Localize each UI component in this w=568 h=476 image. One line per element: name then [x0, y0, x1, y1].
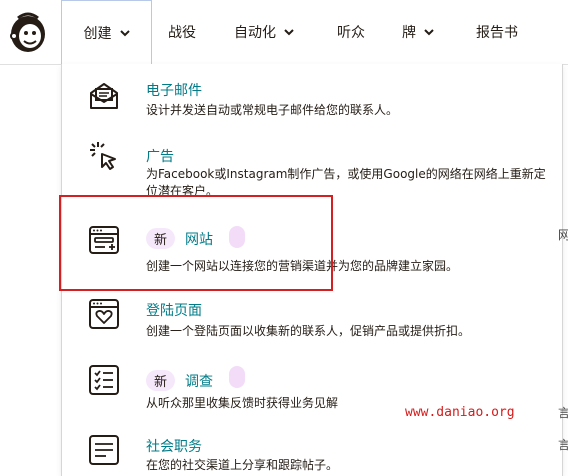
menu-item-description: 创建一个登陆页面以收集新的联系人，促销产品或提供折扣。 [146, 324, 471, 338]
new-badge: 新 [146, 370, 176, 391]
clipped-background-text: 网 [558, 228, 568, 242]
website-icon [89, 226, 119, 254]
nav-reports[interactable]: 报告书 [476, 0, 518, 64]
nav-campaigns-label: 战役 [168, 25, 196, 41]
chevron-down-icon [284, 29, 294, 36]
landing-page-heart-icon [89, 299, 119, 329]
menu-item-title: 登陆页面 [146, 303, 202, 319]
menu-item-description: 设计并发送自动或常规电子邮件给您的联系人。 [146, 103, 399, 117]
nav-reports-label: 报告书 [476, 25, 518, 41]
nav-automation-label: 自动化 [234, 25, 276, 41]
nav-campaigns[interactable]: 战役 [168, 0, 196, 64]
nav-automation[interactable]: 自动化 [234, 0, 294, 64]
chevron-down-icon [424, 29, 434, 36]
click-cursor-icon [90, 142, 116, 170]
survey-checklist-icon [89, 365, 119, 395]
email-icon [90, 83, 118, 109]
menu-item-email[interactable]: 电子邮件 设计并发送自动或常规电子邮件给您的联系人。 [62, 74, 562, 134]
nav-audience[interactable]: 听众 [337, 0, 365, 64]
menu-item-description: 创建一个网站以连接您的营销渠道并为您的品牌建立家园。 [146, 259, 459, 273]
nav-brand[interactable]: 牌 [402, 0, 434, 64]
clipped-background-text: 言 [558, 406, 568, 420]
menu-item-title: 社会职务 [146, 439, 202, 455]
clipped-background-text: 言 [558, 438, 568, 452]
menu-item-title: 网站 [185, 231, 214, 248]
nav-create-label: 创建 [83, 26, 112, 42]
menu-item-title: 电子邮件 [146, 83, 202, 99]
decorative-dot [229, 366, 245, 388]
mailchimp-logo-icon[interactable] [4, 8, 52, 56]
menu-item-landing-page[interactable]: 登陆页面 创建一个登陆页面以收集新的联系人，促销产品或提供折扣。 [62, 294, 562, 354]
decorative-dot [229, 226, 245, 248]
menu-item-title-row: 新 调查 [146, 370, 213, 391]
nav-audience-label: 听众 [337, 25, 365, 41]
menu-item-description: 在您的社交渠道上分享和跟踪帖子。 [146, 458, 339, 472]
top-navigation: 创建 战役 自动化 听众 牌 报告书 [0, 0, 568, 65]
menu-item-website[interactable]: 新 网站 创建一个网站以连接您的营销渠道并为您的品牌建立家园。 [62, 216, 562, 282]
nav-create[interactable]: 创建 [61, 0, 152, 65]
menu-item-social-posts[interactable]: 社会职务 在您的社交渠道上分享和跟踪帖子。 [62, 430, 562, 476]
new-badge: 新 [146, 228, 176, 249]
social-post-icon [89, 435, 119, 465]
nav-brand-label: 牌 [402, 25, 416, 41]
menu-item-ads[interactable]: 广告 为Facebook或Instagram制作广告，或使用Google的网络在… [62, 136, 562, 202]
chevron-down-icon [119, 30, 130, 37]
menu-item-title-row: 新 网站 [146, 228, 213, 249]
menu-item-title: 调查 [185, 373, 214, 390]
menu-item-title: 广告 [146, 149, 174, 165]
watermark-text: www.daniao.org [405, 405, 515, 420]
menu-item-description: 为Facebook或Instagram制作广告，或使用Google的网络在网络上… [146, 167, 546, 198]
